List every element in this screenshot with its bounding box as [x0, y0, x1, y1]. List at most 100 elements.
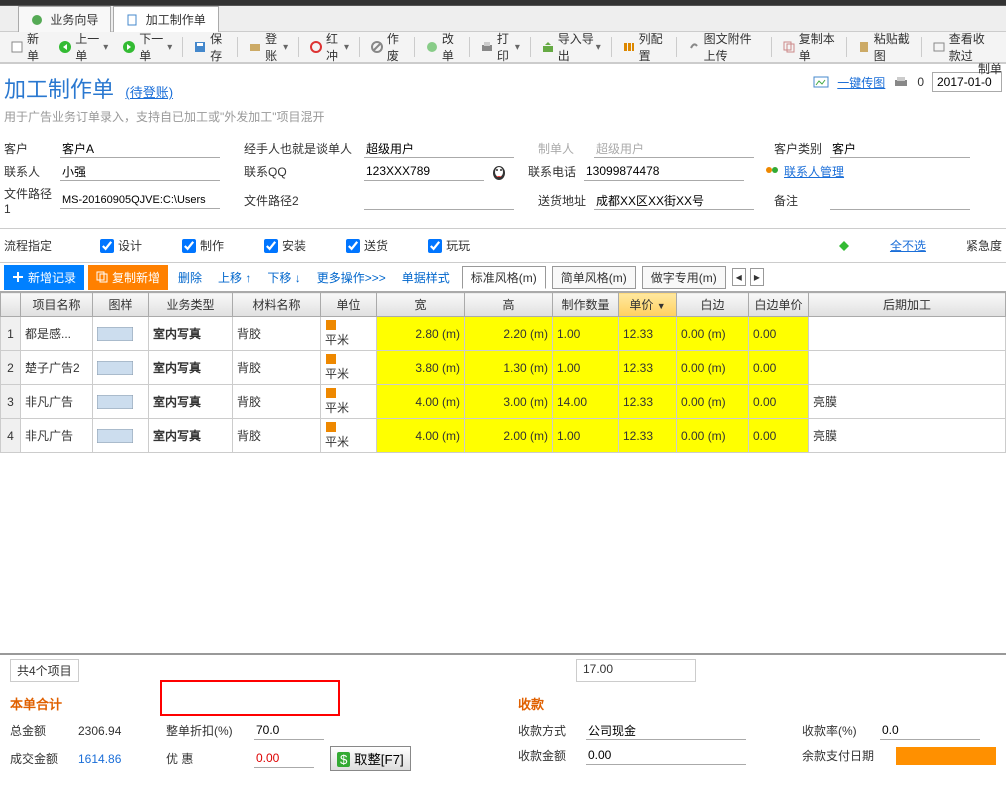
chk-make[interactable]: 制作: [182, 237, 224, 254]
more-link[interactable]: 更多操作>>>: [311, 269, 392, 286]
save-button[interactable]: 保存: [187, 27, 233, 67]
style-link[interactable]: 单据样式: [396, 269, 456, 286]
amt-input[interactable]: [586, 746, 746, 765]
remark-input[interactable]: [830, 191, 970, 210]
col-margin[interactable]: 白边: [677, 293, 749, 317]
tab-scroll-left[interactable]: ◂: [732, 268, 746, 286]
phone-input[interactable]: [584, 162, 744, 181]
redflush-icon: [309, 40, 323, 54]
deal-value: 1614.86: [78, 752, 158, 766]
rate-input[interactable]: [880, 721, 980, 740]
qq-icon[interactable]: [490, 163, 508, 181]
col-thumb[interactable]: 图样: [93, 293, 149, 317]
people-icon: [764, 165, 780, 179]
page-title: 加工制作单: [4, 77, 114, 102]
copyrow-button[interactable]: 复制新增: [88, 265, 168, 290]
contactmgr-link[interactable]: 联系人管理: [784, 163, 844, 180]
chk-install[interactable]: 安装: [264, 237, 306, 254]
gridtab-simple[interactable]: 简单风格(m): [552, 266, 636, 289]
redflush-button[interactable]: 红冲▾: [303, 27, 355, 67]
tab-scroll-right[interactable]: ▸: [750, 268, 764, 286]
col-biz[interactable]: 业务类型: [149, 293, 233, 317]
pref-input[interactable]: [254, 749, 314, 768]
gridtab-text[interactable]: 做字专用(m): [642, 266, 726, 289]
addrow-button[interactable]: 新增记录: [4, 265, 84, 290]
col-w[interactable]: 宽: [377, 293, 465, 317]
modify-button[interactable]: 改单: [419, 27, 465, 67]
path2-label: 文件路径2: [244, 192, 364, 209]
table-row[interactable]: 4 非凡广告 室内写真 背胶 平米 4.00 (m) 2.00 (m) 1.00…: [1, 419, 1006, 453]
copy-button[interactable]: 复制本单: [776, 27, 842, 67]
col-rownum[interactable]: [1, 293, 21, 317]
col-mat[interactable]: 材料名称: [233, 293, 321, 317]
col-price[interactable]: 单价 ▼: [619, 293, 677, 317]
doc-icon: [126, 14, 138, 26]
wizard-icon: [31, 14, 43, 26]
next-button[interactable]: 下一单▾: [116, 27, 178, 67]
flow-label: 流程指定: [4, 237, 60, 254]
disc-input[interactable]: [254, 721, 324, 740]
print-button[interactable]: 打印▾: [474, 27, 526, 67]
chk-play[interactable]: 玩玩: [428, 237, 470, 254]
col-post[interactable]: 后期加工: [809, 293, 1006, 317]
del-link[interactable]: 删除: [172, 269, 208, 286]
attach-icon: [687, 40, 701, 54]
colconf-icon: [622, 40, 636, 54]
remark-label: 备注: [774, 192, 830, 209]
table-row[interactable]: 2 楚子广告2 室内写真 背胶 平米 3.80 (m) 1.30 (m) 1.0…: [1, 351, 1006, 385]
col-qty[interactable]: 制作数量: [553, 293, 619, 317]
contact-input[interactable]: [60, 162, 220, 181]
diamond-icon: [838, 240, 850, 252]
void-button[interactable]: 作废: [364, 27, 410, 67]
pending-link[interactable]: (待登账): [125, 85, 173, 100]
impexp-icon: [541, 40, 555, 54]
pref-label: 优 惠: [166, 750, 246, 767]
save-icon: [193, 40, 207, 54]
customer-input[interactable]: [60, 139, 220, 158]
table-row[interactable]: 1 都是感... 室内写真 背胶 平米 2.80 (m) 2.20 (m) 1.…: [1, 317, 1006, 351]
handler-input[interactable]: [364, 139, 514, 158]
down-link[interactable]: 下移 ↓: [261, 269, 306, 286]
path2-input[interactable]: [364, 191, 514, 210]
path1-label: 文件路径1: [4, 185, 60, 216]
data-grid[interactable]: 项目名称 图样 业务类型 材料名称 单位 宽 高 制作数量 单价 ▼ 白边 白边…: [0, 291, 1006, 453]
new-button[interactable]: 新单: [4, 27, 50, 67]
custtype-input[interactable]: [830, 139, 970, 158]
method-label: 收款方式: [518, 722, 578, 739]
col-name[interactable]: 项目名称: [21, 293, 93, 317]
colconf-button[interactable]: 列配置: [616, 27, 672, 67]
chk-deliver[interactable]: 送货: [346, 237, 388, 254]
duedate-input[interactable]: [896, 747, 996, 765]
printer-icon[interactable]: [893, 75, 909, 89]
qty-total: 17.00: [576, 659, 696, 682]
unselect-link[interactable]: 全不选: [890, 237, 926, 254]
col-unit[interactable]: 单位: [321, 293, 377, 317]
col-mprice[interactable]: 白边单价: [749, 293, 809, 317]
chevron-down-icon: ▾: [103, 42, 108, 53]
plus-icon: [12, 271, 24, 283]
col-h[interactable]: 高: [465, 293, 553, 317]
new-icon: [10, 40, 24, 54]
prev-button[interactable]: 上一单▾: [52, 27, 114, 67]
sendimg-icon: [813, 75, 829, 89]
arrow-left-icon: [58, 40, 72, 54]
table-row[interactable]: 3 非凡广告 室内写真 背胶 平米 4.00 (m) 3.00 (m) 14.0…: [1, 385, 1006, 419]
qq-input[interactable]: [364, 162, 484, 181]
round-button[interactable]: $ 取整[F7]: [330, 746, 411, 771]
chk-design[interactable]: 设计: [100, 237, 142, 254]
path1-input[interactable]: [60, 192, 220, 209]
copy-icon: [96, 271, 108, 283]
imgupload-button[interactable]: 图文附件上传: [681, 27, 767, 67]
duedate-label: 余款支付日期: [802, 747, 888, 764]
modify-icon: [425, 40, 439, 54]
pasteimg-button[interactable]: 粘贴截图: [851, 27, 917, 67]
impexp-button[interactable]: 导入导出▾: [535, 27, 607, 67]
up-link[interactable]: 上移 ↑: [212, 269, 257, 286]
rate-label: 收款率(%): [802, 722, 872, 739]
sendimg-link[interactable]: 一键传图: [837, 74, 885, 91]
void-icon: [370, 40, 384, 54]
gridtab-standard[interactable]: 标准风格(m): [462, 266, 546, 289]
post-button[interactable]: 登账▾: [242, 27, 294, 67]
method-input[interactable]: [586, 721, 746, 740]
addr-input[interactable]: [594, 191, 754, 210]
